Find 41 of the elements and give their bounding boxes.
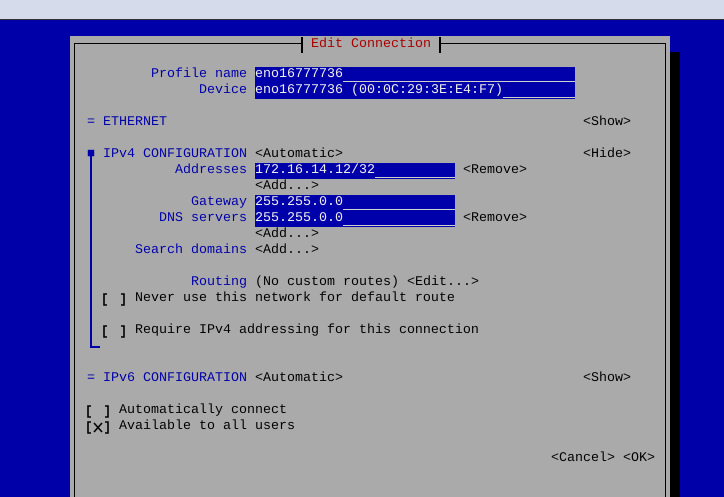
field-label: DNS servers bbox=[159, 211, 247, 227]
checkbox[interactable] bbox=[87, 404, 109, 418]
input-field[interactable]: 172.16.14.12/32 bbox=[255, 163, 455, 179]
routing-value: (No custom routes) bbox=[255, 275, 399, 291]
input-field[interactable]: 255.255.0.0 bbox=[255, 211, 455, 227]
input-field[interactable]: 255.255.0.0 bbox=[255, 195, 455, 211]
add-button[interactable]: <Add...> bbox=[255, 227, 319, 243]
checkbox[interactable] bbox=[87, 420, 109, 434]
section-marker: = bbox=[87, 115, 96, 131]
field-label: Profile name bbox=[151, 67, 247, 83]
field-label: Gateway bbox=[191, 195, 247, 211]
input-field[interactable]: eno16777736 (00:0C:29:3E:E4:F7) bbox=[255, 83, 575, 99]
toggle-button[interactable]: <Hide> bbox=[583, 147, 631, 163]
add-button[interactable]: <Add...> bbox=[255, 243, 319, 259]
add-button[interactable]: <Add...> bbox=[255, 179, 319, 195]
section-marker: = bbox=[87, 371, 96, 387]
input-field[interactable]: eno16777736 bbox=[255, 67, 575, 83]
section-title: IPv6 CONFIGURATION bbox=[103, 371, 247, 386]
checkbox[interactable] bbox=[103, 324, 125, 338]
checkbox-label: Require IPv4 addressing for this connection bbox=[135, 323, 479, 339]
mode-dropdown[interactable]: <Automatic> bbox=[255, 147, 343, 163]
toggle-button[interactable]: <Show> bbox=[583, 371, 631, 387]
checkbox-label: Available to all users bbox=[119, 419, 295, 435]
checkbox-label: Never use this network for default route bbox=[135, 291, 455, 307]
toggle-button[interactable]: <Show> bbox=[583, 115, 631, 131]
dialog-button[interactable]: <OK> bbox=[623, 451, 655, 467]
checkbox-label: Automatically connect bbox=[119, 403, 287, 419]
remove-button[interactable]: <Remove> bbox=[463, 211, 527, 227]
field-label: Device bbox=[199, 83, 247, 99]
section-marker: ■ bbox=[87, 147, 96, 163]
field-label: Search domains bbox=[135, 243, 247, 259]
section-title: IPv4 CONFIGURATION bbox=[103, 147, 247, 162]
section-title: ETHERNET bbox=[103, 115, 167, 130]
dialog-button[interactable]: <Cancel> bbox=[551, 451, 615, 467]
field-label: Routing bbox=[191, 275, 247, 291]
mode-dropdown[interactable]: <Automatic> bbox=[255, 371, 343, 387]
field-label: Addresses bbox=[175, 163, 247, 179]
remove-button[interactable]: <Remove> bbox=[463, 163, 527, 179]
checkbox[interactable] bbox=[103, 292, 125, 306]
edit-button[interactable]: <Edit...> bbox=[406, 275, 479, 291]
dialog-title: Edit Connection bbox=[301, 37, 441, 53]
